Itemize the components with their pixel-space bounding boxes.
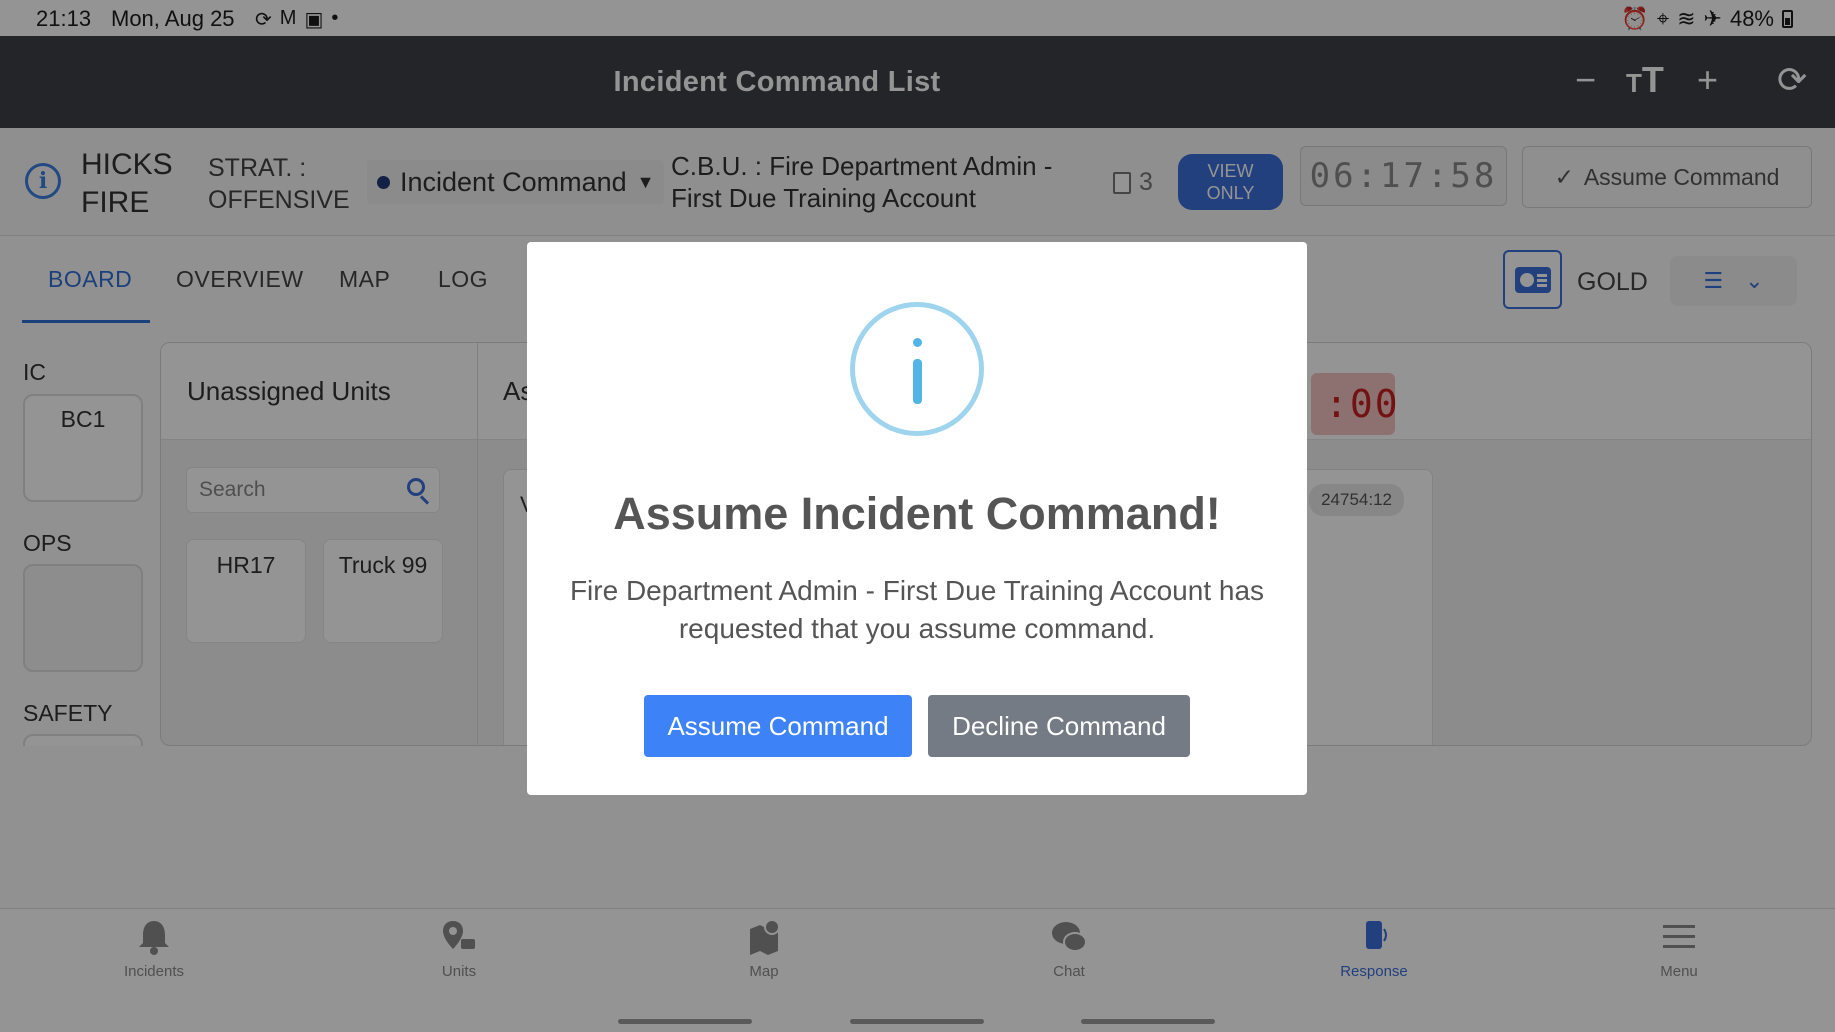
assume-command-dialog: Assume Incident Command! Fire Department… bbox=[527, 242, 1307, 795]
decline-command-button[interactable]: Decline Command bbox=[928, 695, 1190, 757]
dialog-title: Assume Incident Command! bbox=[613, 488, 1221, 539]
assume-command-button[interactable]: Assume Command bbox=[644, 695, 912, 757]
info-bar bbox=[913, 359, 922, 404]
dialog-message: Fire Department Admin - First Due Traini… bbox=[569, 575, 1265, 644]
info-dot bbox=[913, 338, 922, 347]
info-circle-icon bbox=[850, 302, 984, 436]
